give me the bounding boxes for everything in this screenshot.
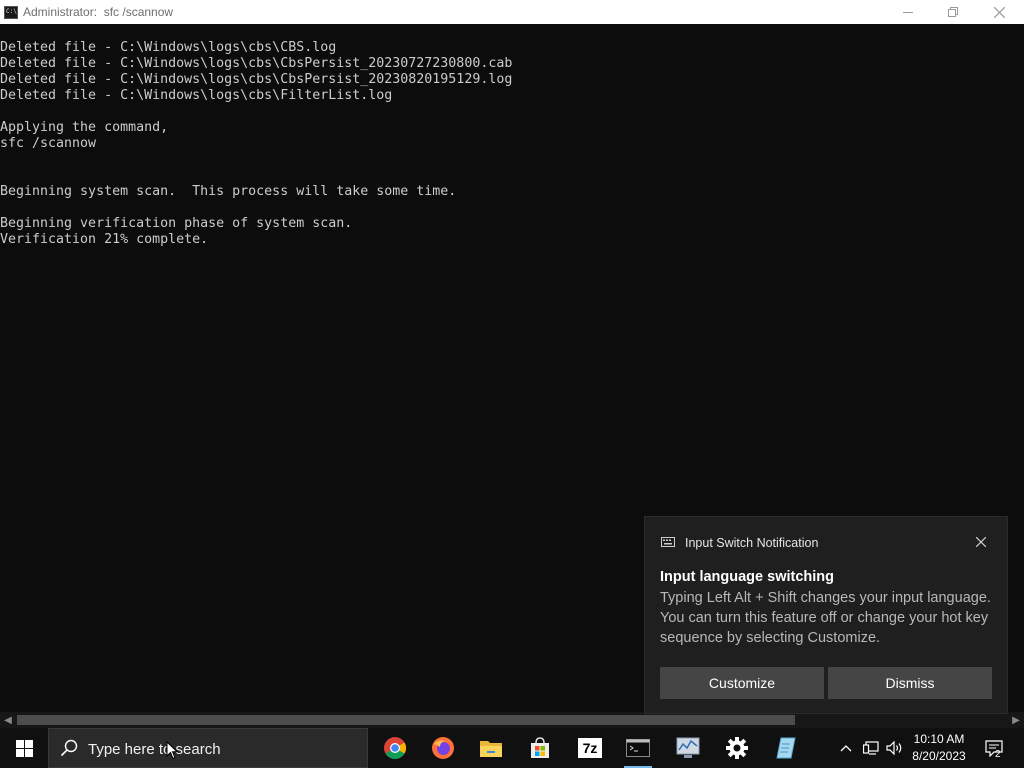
scroll-right-arrow-icon[interactable]: ▶ — [1008, 712, 1024, 728]
window-title: Administrator: sfc /scannow — [23, 5, 174, 19]
customize-button[interactable]: Customize — [660, 667, 824, 699]
close-icon — [993, 6, 1005, 18]
notification-close-button[interactable] — [971, 532, 991, 552]
windows-logo-icon — [15, 739, 33, 757]
dismiss-button[interactable]: Dismiss — [828, 667, 992, 699]
command-prompt-taskbar-button[interactable] — [614, 728, 662, 768]
mouse-pointer-icon — [166, 741, 178, 760]
microsoft-store-taskbar-button[interactable] — [516, 728, 564, 768]
chrome-taskbar-button[interactable] — [371, 728, 419, 768]
console-line: Beginning system scan. This process will… — [0, 184, 457, 199]
taskbar-clock[interactable]: 10:10 AM 8/20/2023 — [906, 731, 972, 765]
close-window-button[interactable] — [976, 0, 1022, 24]
notepad-taskbar-button[interactable] — [762, 728, 810, 768]
console-line: Deleted file - C:\Windows\logs\cbs\Filte… — [0, 88, 393, 103]
microsoft-store-icon — [531, 737, 549, 758]
keyboard-icon — [661, 537, 675, 547]
7zip-taskbar-button[interactable]: 7z — [566, 728, 614, 768]
file-explorer-icon — [480, 741, 502, 757]
clock-date: 8/20/2023 — [912, 749, 966, 763]
console-line: Beginning verification phase of system s… — [0, 216, 353, 231]
search-icon — [60, 739, 78, 757]
console-line: sfc /scannow — [0, 136, 97, 151]
chrome-icon — [384, 737, 406, 759]
file-explorer-taskbar-button[interactable] — [467, 728, 515, 768]
command-prompt-icon — [626, 739, 650, 757]
system-monitor-taskbar-button[interactable] — [664, 728, 712, 768]
minimize-icon — [903, 12, 913, 13]
taskbar: Type here to search 7z 10:10 AM 8/20/202… — [0, 728, 1024, 768]
console-line: Verification 21% complete. — [0, 232, 209, 247]
firefox-icon — [432, 737, 454, 759]
console-line: Deleted file - C:\Windows\logs\cbs\CbsPe… — [0, 56, 513, 71]
network-icon — [863, 741, 879, 755]
firefox-taskbar-button[interactable] — [419, 728, 467, 768]
notification-title: Input language switching — [660, 569, 834, 585]
input-switch-notification: Input Switch Notification Input language… — [644, 516, 1008, 714]
network-tray-button[interactable] — [860, 728, 882, 768]
clock-time: 10:10 AM — [913, 732, 965, 746]
system-monitor-icon — [676, 737, 700, 758]
volume-tray-button[interactable] — [884, 728, 906, 768]
scroll-left-arrow-icon[interactable]: ◀ — [0, 712, 16, 728]
horizontal-scrollbar[interactable]: ◀ ▶ — [0, 712, 1024, 728]
speaker-icon — [886, 741, 902, 755]
svg-text:7z: 7z — [583, 740, 598, 756]
search-placeholder: Type here to search — [88, 741, 221, 758]
notification-header: Input Switch Notification — [685, 536, 819, 550]
chevron-up-icon — [840, 745, 852, 752]
console-line: Deleted file - C:\Windows\logs\cbs\CBS.l… — [0, 40, 337, 55]
notepad-icon — [776, 737, 796, 759]
7zip-icon: 7z — [578, 738, 602, 758]
window-title-bar[interactable]: C:\ Administrator: sfc /scannow — [0, 0, 1024, 24]
settings-taskbar-button[interactable] — [713, 728, 761, 768]
console-line: Applying the command, — [0, 120, 169, 135]
start-button[interactable] — [0, 728, 48, 768]
console-line: Deleted file - C:\Windows\logs\cbs\CbsPe… — [0, 72, 513, 87]
restore-button[interactable] — [930, 0, 976, 24]
command-prompt-app-icon: C:\ — [4, 6, 18, 19]
taskbar-search-box[interactable]: Type here to search — [48, 728, 368, 768]
close-icon — [976, 537, 986, 547]
minimize-button[interactable] — [885, 0, 931, 24]
restore-icon — [948, 7, 958, 17]
scrollbar-thumb[interactable] — [17, 715, 795, 725]
action-center-button[interactable] — [980, 728, 1008, 768]
notification-count-badge: 2 — [995, 749, 1001, 760]
show-hidden-icons-button[interactable] — [836, 728, 856, 768]
settings-icon — [726, 737, 748, 759]
notification-body: Typing Left Alt + Shift changes your inp… — [660, 590, 991, 646]
